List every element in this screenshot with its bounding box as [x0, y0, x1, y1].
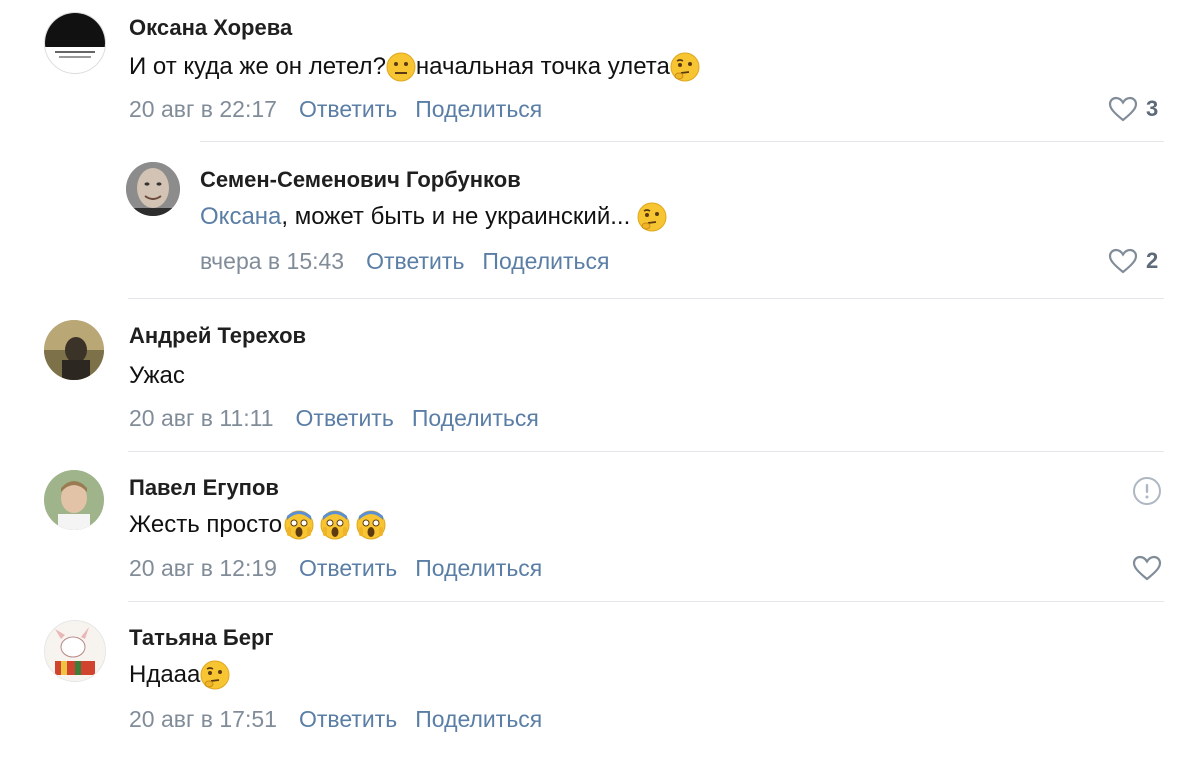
comment-meta: 20 авг в 17:51 Ответить Поделиться	[129, 706, 542, 733]
divider	[128, 298, 1164, 299]
comment-meta: 20 авг в 11:11 Ответить Поделиться	[129, 405, 539, 432]
comment-date[interactable]: 20 авг в 11:11	[129, 405, 274, 432]
avatar[interactable]	[44, 12, 106, 74]
heart-icon	[1108, 248, 1138, 274]
share-button[interactable]: Поделиться	[412, 405, 539, 432]
comment-text: Оксана , может быть и не украинский...	[200, 202, 667, 232]
heart-icon	[1132, 555, 1162, 581]
like-count: 2	[1146, 248, 1159, 273]
share-button[interactable]: Поделиться	[415, 555, 542, 582]
comment-text: Ндааа	[129, 660, 230, 690]
screaming-face-emoji	[284, 510, 314, 540]
screaming-face-emoji	[320, 510, 350, 540]
comment-text-part: Жесть просто	[129, 511, 283, 538]
author-name[interactable]: Татьяна Берг	[129, 625, 274, 651]
share-button[interactable]: Поделиться	[415, 706, 542, 733]
comment-date[interactable]: 20 авг в 22:17	[129, 96, 277, 123]
reply-button[interactable]: Ответить	[296, 405, 394, 432]
comment-text-part: Ужас	[129, 362, 185, 389]
comment-date[interactable]: 20 авг в 12:19	[129, 555, 277, 582]
reply-button[interactable]: Ответить	[366, 248, 464, 275]
thinking-face-emoji	[670, 52, 700, 82]
reply-button[interactable]: Ответить	[299, 96, 397, 123]
comment-date[interactable]: 20 авг в 17:51	[129, 706, 277, 733]
like-button[interactable]: 3	[1108, 96, 1158, 122]
like-button[interactable]: 2	[1108, 248, 1158, 274]
comment-text-part: И от куда же он летел?	[129, 53, 386, 80]
reply-button[interactable]: Ответить	[299, 706, 397, 733]
avatar[interactable]	[44, 320, 104, 380]
author-name[interactable]: Андрей Терехов	[129, 323, 306, 349]
comment-text: И от куда же он летел? начальная точка у…	[129, 52, 700, 82]
share-button[interactable]: Поделиться	[415, 96, 542, 123]
comment-text-part: , может быть и не украинский...	[281, 203, 637, 230]
reply-button[interactable]: Ответить	[299, 555, 397, 582]
avatar[interactable]	[126, 162, 180, 216]
comment-meta: вчера в 15:43 Ответить Поделиться	[200, 248, 609, 275]
avatar[interactable]	[44, 470, 104, 530]
author-name[interactable]: Оксана Хорева	[129, 15, 292, 41]
thinking-face-emoji	[637, 202, 667, 232]
like-count: 3	[1146, 96, 1159, 121]
divider	[128, 451, 1164, 452]
comment-text-part: Ндааа	[129, 661, 201, 688]
heart-icon	[1108, 96, 1138, 122]
mention-link[interactable]: Оксана	[200, 203, 281, 231]
avatar[interactable]	[44, 620, 106, 682]
share-button[interactable]: Поделиться	[482, 248, 609, 275]
comment-meta: 20 авг в 22:17 Ответить Поделиться	[129, 96, 542, 123]
divider	[200, 141, 1164, 142]
author-name[interactable]: Павел Егупов	[129, 475, 279, 501]
comment-date[interactable]: вчера в 15:43	[200, 248, 344, 275]
screaming-face-emoji	[356, 510, 386, 540]
comment-text-part: начальная точка улета	[415, 53, 670, 80]
thinking-face-emoji	[200, 660, 230, 690]
author-name[interactable]: Семен-Семенович Горбунков	[200, 167, 521, 193]
neutral-face-emoji	[386, 52, 416, 82]
comment-text: Жесть просто	[129, 510, 386, 540]
report-icon[interactable]	[1132, 476, 1162, 506]
comment-text: Ужас	[129, 362, 185, 390]
comment-meta: 20 авг в 12:19 Ответить Поделиться	[129, 555, 542, 582]
like-button[interactable]	[1132, 555, 1162, 581]
divider	[128, 601, 1164, 602]
